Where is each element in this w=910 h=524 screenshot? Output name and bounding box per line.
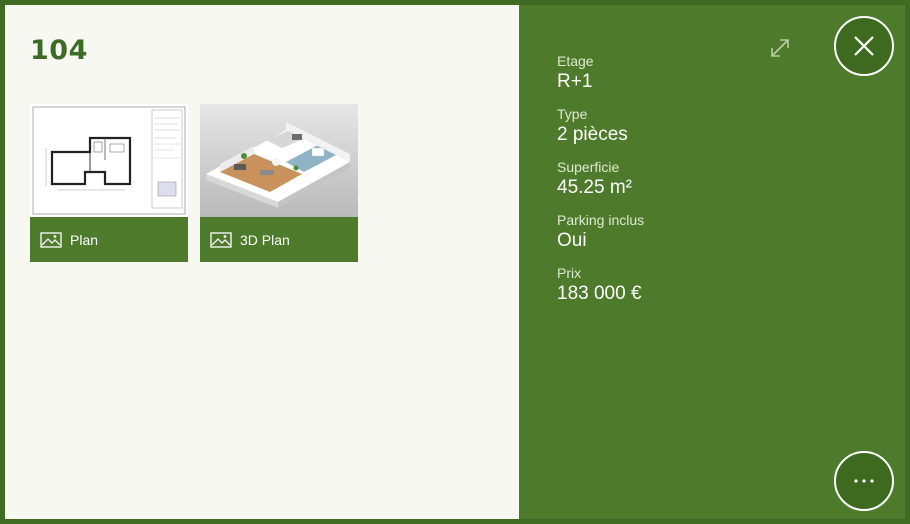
details-panel: Etage R+1 Type 2 pièces Superficie 45.25… xyxy=(519,5,905,519)
3d-plan-thumbnail xyxy=(200,104,358,217)
detail-label: Parking inclus xyxy=(557,212,645,228)
more-options-button[interactable] xyxy=(834,451,894,511)
expand-arrows-icon xyxy=(771,39,789,57)
more-dots-icon xyxy=(854,479,874,483)
detail-value: 183 000 € xyxy=(557,283,642,304)
detail-floor: Etage R+1 xyxy=(557,53,644,94)
image-icon xyxy=(210,231,232,248)
close-button[interactable] xyxy=(834,16,894,76)
detail-value: 2 pièces xyxy=(557,124,628,145)
detail-type: Type 2 pièces xyxy=(557,106,644,147)
media-panel: 104 Plan 3D Plan xyxy=(5,5,519,519)
detail-label: Type xyxy=(557,106,588,122)
gallery-item-plan[interactable]: Plan xyxy=(30,104,188,262)
gallery-caption-plan: Plan xyxy=(30,217,188,262)
detail-label: Prix xyxy=(557,265,582,281)
gallery-caption-3d-plan: 3D Plan xyxy=(200,217,358,262)
plan-thumbnail xyxy=(30,104,188,217)
close-icon xyxy=(854,36,874,56)
detail-value: R+1 xyxy=(557,71,593,92)
gallery-label-plan: Plan xyxy=(70,231,99,248)
detail-price: Prix 183 000 € xyxy=(557,265,644,306)
detail-parking: Parking inclus Oui xyxy=(557,212,644,253)
unit-title: 104 xyxy=(30,35,88,66)
detail-value: Oui xyxy=(557,230,587,251)
expand-button[interactable] xyxy=(765,33,795,63)
unit-detail-dialog: 104 Plan 3D Plan Etage R+1 Type 2 pièces… xyxy=(5,5,905,519)
detail-area: Superficie 45.25 m² xyxy=(557,159,644,200)
image-icon xyxy=(40,231,62,248)
detail-label: Superficie xyxy=(557,159,620,175)
gallery-label-3d-plan: 3D Plan xyxy=(240,231,290,248)
unit-details: Etage R+1 Type 2 pièces Superficie 45.25… xyxy=(557,53,644,318)
detail-label: Etage xyxy=(557,53,594,69)
detail-value: 45.25 m² xyxy=(557,177,632,198)
gallery-item-3d-plan[interactable]: 3D Plan xyxy=(200,104,358,262)
